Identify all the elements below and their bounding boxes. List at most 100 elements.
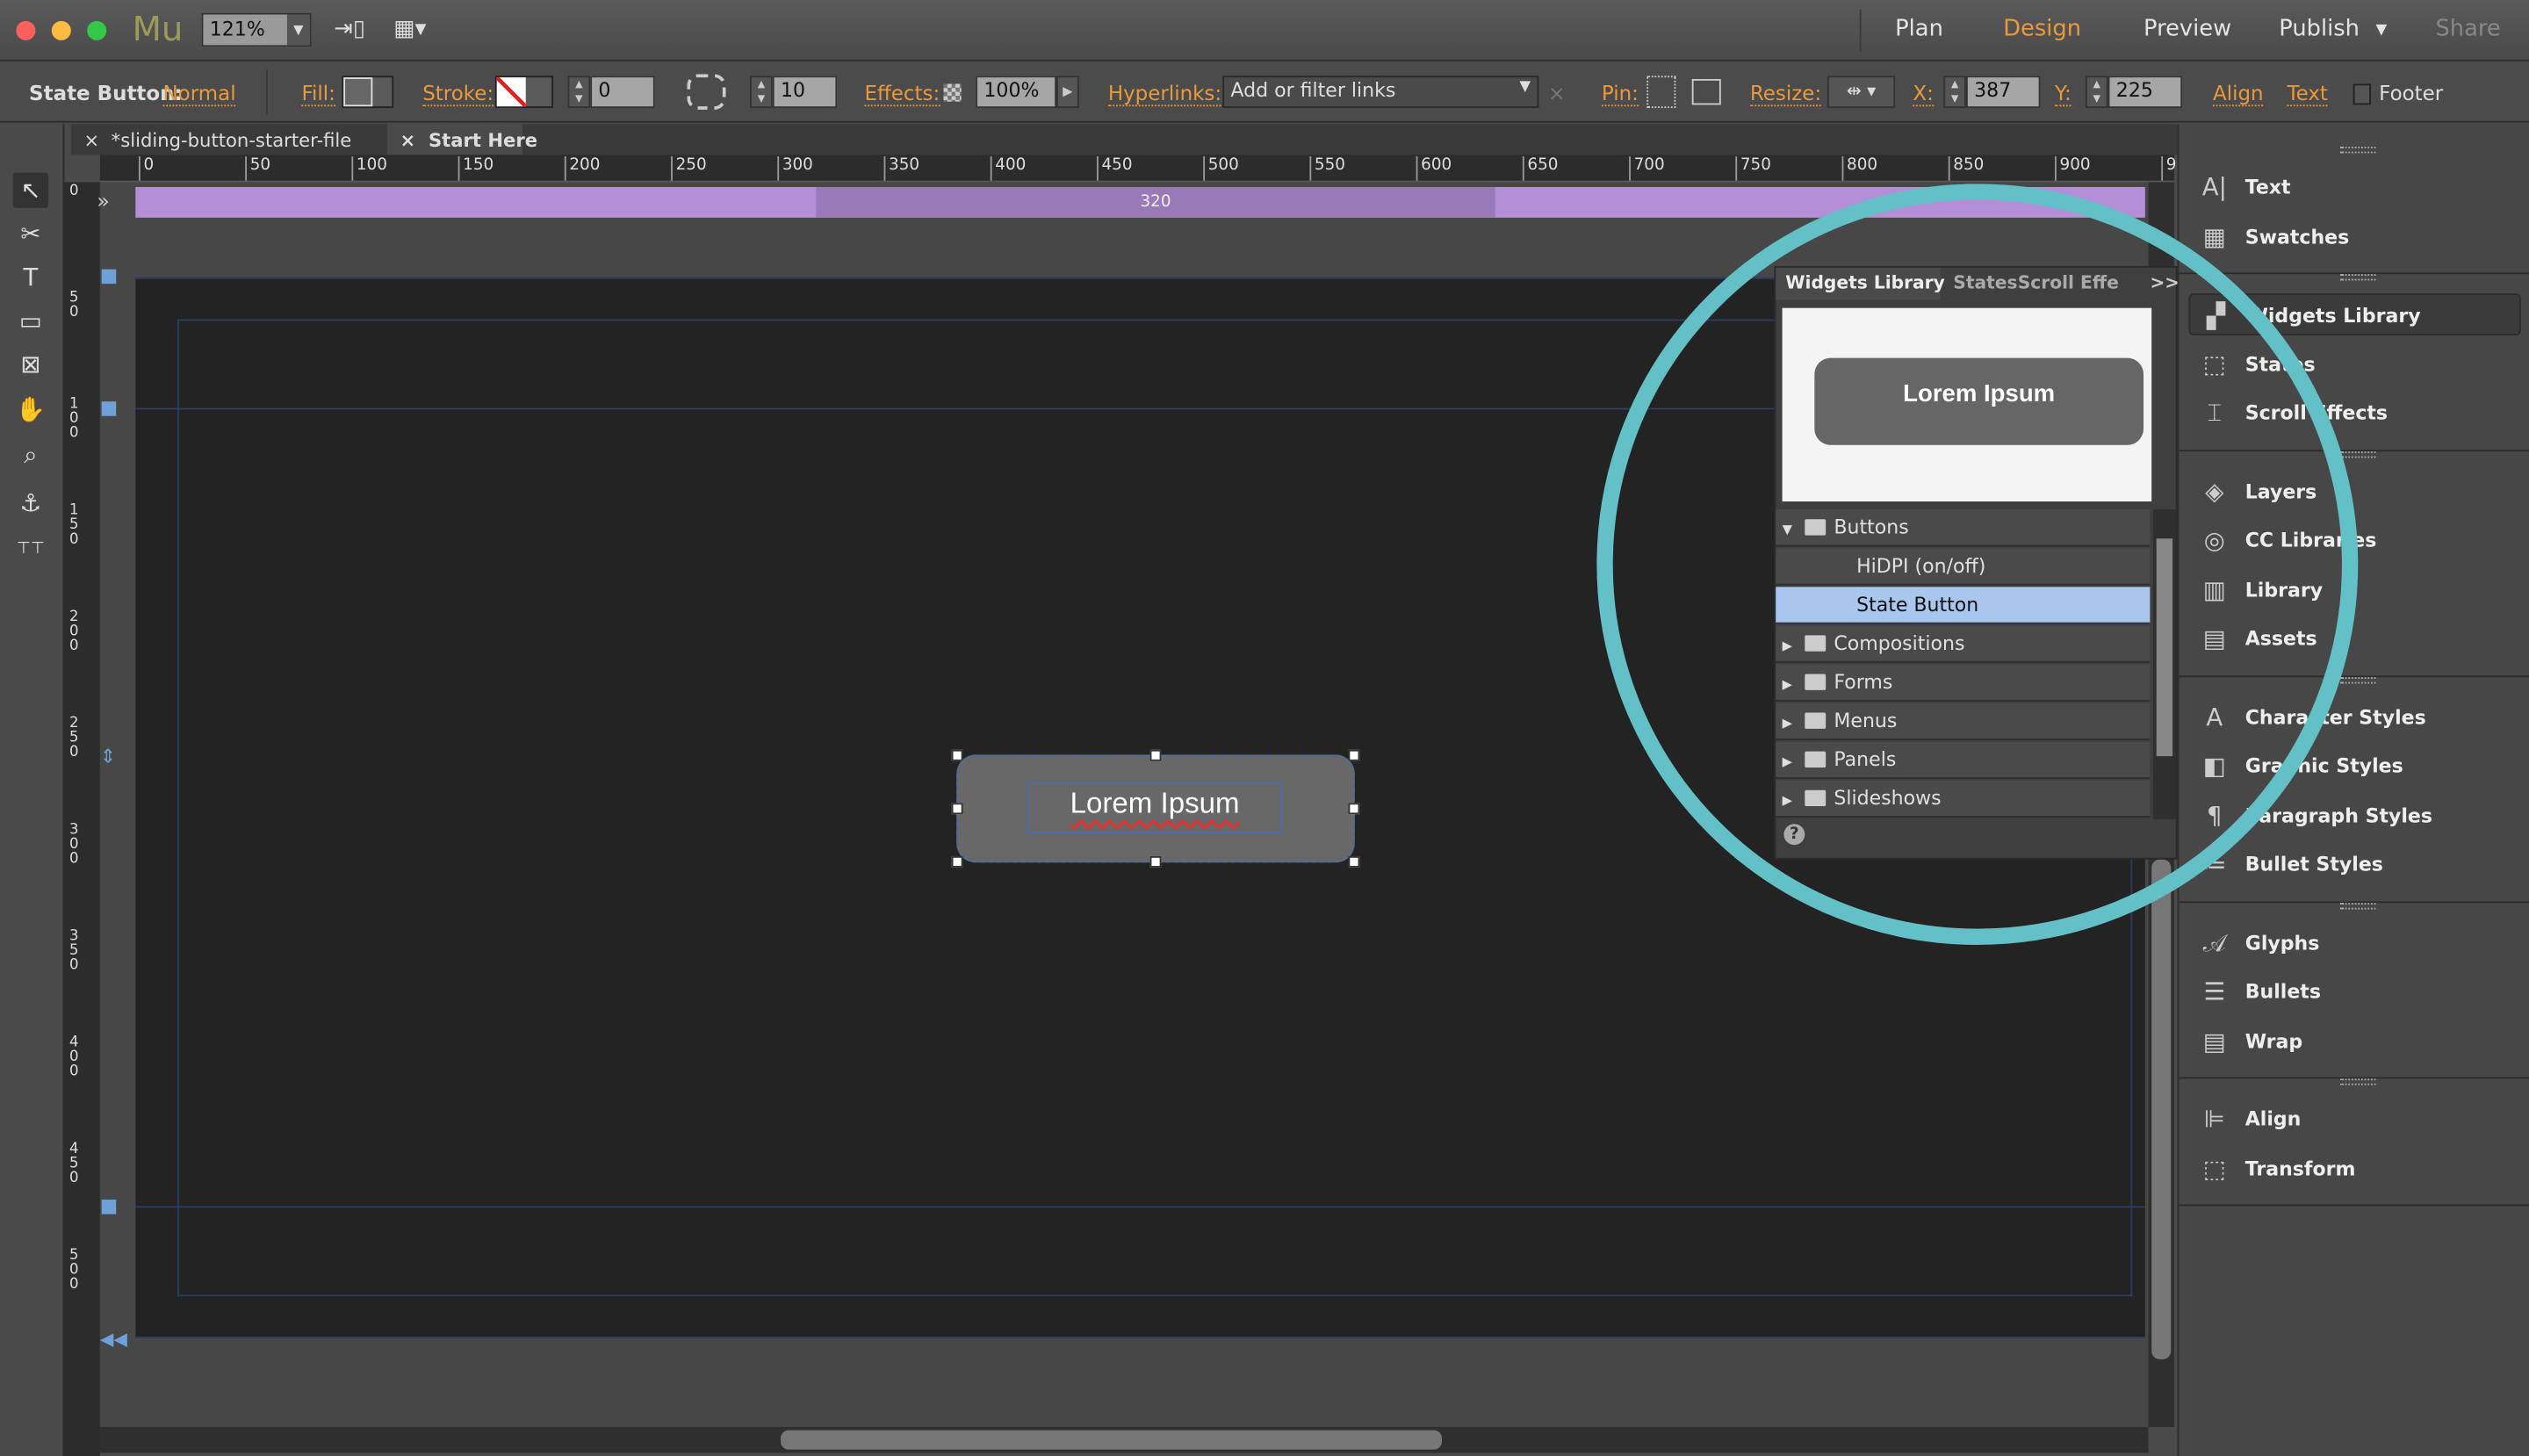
widget-list-item[interactable]: ▶ Panels [1776,741,2151,780]
pin-center-icon[interactable] [1691,78,1721,105]
help-icon[interactable]: ? [1783,824,1805,846]
scroll-thumb[interactable] [780,1430,1443,1450]
widget-list-item[interactable]: HiDPI (on/off) [1776,548,2151,586]
corner-radius-stepper[interactable]: ▲ ▼ [750,76,773,109]
panel-item-graphic-styles[interactable]: ◧ Graphic Styles [2188,745,2520,787]
panel-group-grip[interactable] [2340,147,2376,154]
close-icon[interactable]: × [84,129,100,152]
corner-radius-input[interactable]: 10 [772,76,838,109]
panel-item-text[interactable]: A| Text [2188,166,2520,208]
page-bottom-handle[interactable]: ◀◀ [100,1329,127,1350]
clear-link-icon[interactable]: × [1548,81,1565,105]
panel-item-assets[interactable]: ▤ Assets [2188,617,2520,660]
image-frame-tool-icon[interactable]: ⊠ [13,347,48,382]
state-button-text[interactable]: Lorem Ipsum [1027,782,1283,834]
panel-item-widgets-library[interactable]: ▞ Widgets Library [2188,293,2521,335]
chevron-right-icon[interactable]: ▶ [1776,629,1805,664]
panel-item-scroll-effects[interactable]: ⌶ Scroll Effects [2188,392,2520,434]
resize-handle[interactable] [1348,855,1360,868]
hyperlinks-input[interactable]: Add or filter links ▼ [1222,76,1539,109]
text-frame-tool-icon[interactable]: ⊤⊤ [13,532,48,567]
panel-item-swatches[interactable]: ▦ Swatches [2188,215,2520,257]
resize-dropdown[interactable]: ⇹ ▾ [1827,76,1896,109]
panel-group-grip[interactable] [2340,1078,2376,1085]
panel-group-grip[interactable] [2340,676,2376,683]
stroke-width-input[interactable]: 0 [590,76,655,109]
panel-item-character-styles[interactable]: A Character Styles [2188,696,2520,738]
widget-list-item[interactable]: ▶ Forms [1776,664,2151,703]
widget-list-item[interactable]: ▶ Slideshows [1776,780,2151,818]
stroke-label[interactable]: Stroke: [422,81,494,107]
panel-item-transform[interactable]: ⬚ Transform [2188,1147,2520,1189]
scroll-thumb[interactable] [2151,859,2172,1359]
panel-group-grip[interactable] [2340,274,2376,281]
state-dropdown[interactable]: Normal [162,81,236,107]
panel-group-grip[interactable] [2340,450,2376,458]
horizontal-scrollbar[interactable] [99,1426,2149,1453]
panel-group-grip[interactable] [2340,902,2376,909]
text-tool-icon[interactable]: T [13,260,48,295]
opacity-arrow[interactable]: ▶ [1056,76,1079,109]
stroke-width-stepper[interactable]: ▲ ▼ [567,76,591,109]
expand-breakpoints-icon[interactable]: » [97,191,110,215]
zoom-tool-icon[interactable]: ⌕ [13,437,48,472]
tab-scroll-effects[interactable]: Scroll Effe [2008,268,2129,300]
resize-handle-icon[interactable]: ⇕ [100,745,116,768]
tab-start-here[interactable]: × Start Here [386,124,537,155]
panel-item-cc-libraries[interactable]: ◎ CC Libraries [2188,519,2520,561]
resize-handle[interactable] [1348,803,1360,815]
nav-design[interactable]: Design [2003,16,2081,41]
resize-handle[interactable] [951,855,963,868]
panel-item-states[interactable]: ⬚ States [2188,342,2520,385]
text-link[interactable]: Text [2287,81,2328,107]
tab-sliding-button-starter-file[interactable]: × *sliding-button-starter-file [71,124,387,155]
panel-item-bullets[interactable]: ☰ Bullets [2188,970,2520,1013]
hand-tool-icon[interactable]: ✋ [13,392,48,427]
place-file-icon[interactable]: ⇥▯ [334,16,365,41]
resize-handle[interactable] [1149,749,1162,761]
chevron-right-icon[interactable]: ▶ [1776,745,1805,780]
y-input[interactable]: 225 [2108,76,2183,109]
panel-item-bullet-styles[interactable]: ≔ Bullet Styles [2188,843,2520,885]
footer-handle[interactable] [101,1200,117,1215]
resize-handle[interactable] [1348,749,1360,761]
panel-item-glyphs[interactable]: 𝒜 Glyphs [2188,921,2520,963]
chevron-right-icon[interactable]: ▶ [1776,706,1805,741]
view-options-icon[interactable]: ▦▾ [393,16,426,41]
chevron-right-icon[interactable]: ▶ [1776,783,1805,818]
chevron-down-icon[interactable]: ▼ [1776,513,1805,548]
breakpoint-320[interactable]: 320 [816,186,1495,218]
y-stepper[interactable]: ▲ ▼ [2085,76,2108,109]
panel-item-library[interactable]: ▥ Library [2188,568,2520,610]
selection-tool-icon[interactable]: ↖ [12,172,49,208]
effects-label[interactable]: Effects: [864,81,940,107]
chevron-right-icon[interactable]: ▶ [1776,667,1805,703]
align-link[interactable]: Align [2212,81,2264,107]
tab-widgets-library[interactable]: Widgets Library [1776,267,1945,300]
x-input[interactable]: 387 [1965,76,2041,109]
maximize-window-button[interactable] [87,20,107,40]
nav-plan[interactable]: Plan [1895,16,1943,41]
close-window-button[interactable] [16,20,36,40]
x-stepper[interactable]: ▲ ▼ [1943,76,1966,109]
opacity-input[interactable]: 100% [976,76,1057,109]
scroll-thumb[interactable] [2156,538,2173,757]
resize-handle[interactable] [951,803,963,815]
widget-list-item[interactable]: ▶ Menus [1776,703,2151,741]
nav-publish[interactable]: Publish [2279,16,2360,41]
fill-swatch[interactable] [342,76,394,109]
header-handle[interactable] [101,401,117,416]
crop-tool-icon[interactable]: ✂ [13,216,48,251]
panel-item-layers[interactable]: ◈ Layers [2188,470,2520,512]
rectangle-tool-icon[interactable]: ▭ [13,303,48,338]
nav-preview[interactable]: Preview [2144,16,2231,41]
nav-share[interactable]: Share [2435,16,2500,41]
page-top-handle[interactable] [101,269,117,285]
panel-item-wrap[interactable]: ▤ Wrap [2188,1020,2520,1062]
widget-list-item[interactable]: ▶ Compositions [1776,625,2151,664]
resize-handle[interactable] [1149,855,1162,868]
zoom-select[interactable]: 121% ▼ [201,12,312,47]
widget-list-item[interactable]: State Button [1776,587,2151,624]
widget-list-scrollbar[interactable] [2153,509,2176,819]
footer-checkbox[interactable] [2352,83,2371,105]
